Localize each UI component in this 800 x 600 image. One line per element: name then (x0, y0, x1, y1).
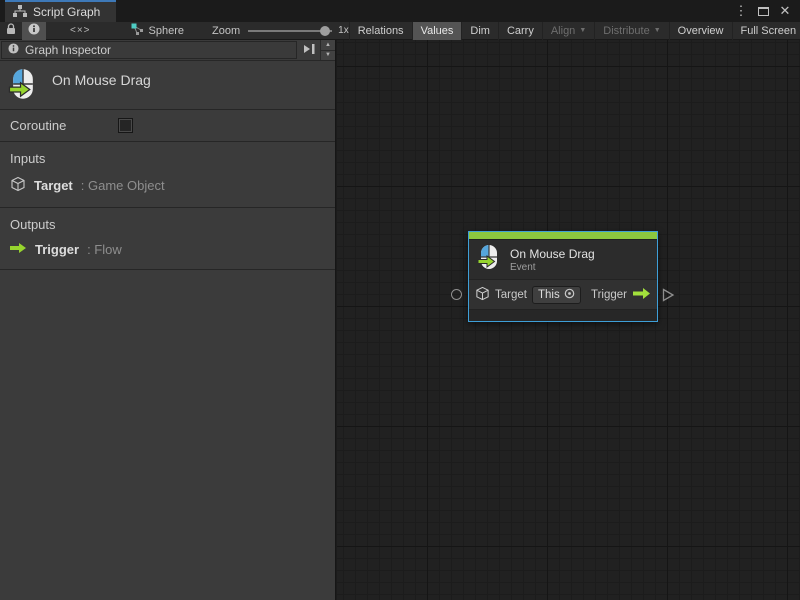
target-value-label: This (538, 289, 560, 301)
window-close-icon[interactable]: ✕ (776, 2, 794, 20)
node-target-label: Target (495, 289, 527, 301)
dock-panel-button[interactable] (298, 40, 320, 60)
info-icon (28, 23, 40, 38)
inputs-header: Inputs (0, 151, 335, 166)
code-icon: <×> (52, 25, 109, 36)
node-output-port[interactable] (662, 288, 675, 307)
output-trigger-type: : Flow (87, 242, 122, 257)
toolbar-button-label: Align (551, 25, 575, 37)
inspector-empty-area (0, 270, 335, 600)
inputs-section: Inputs Target : Game Object (0, 142, 335, 208)
window-menu-icon[interactable]: ⋮ (732, 2, 750, 20)
toolbar-button-relations[interactable]: Relations (349, 22, 412, 40)
toolbar-button-distribute[interactable]: Distribute ▼ (594, 22, 668, 40)
toolbar-button-values[interactable]: Values (412, 22, 462, 40)
dock-panel-icon (303, 43, 316, 58)
node-input-port[interactable] (451, 289, 462, 300)
target-value-chip[interactable]: This (532, 286, 581, 304)
lock-icon (6, 23, 16, 38)
node-header[interactable]: On Mouse Drag Event (469, 240, 657, 279)
flow-arrow-icon (632, 287, 651, 303)
chevron-down-icon: ▼ (654, 27, 661, 34)
graph-toolbar: <×> Sphere Zoom 1x Relations Values Dim … (0, 22, 800, 40)
inspector-node-title: On Mouse Drag (52, 72, 151, 88)
input-target-row: Target : Game Object (0, 176, 335, 195)
inspector-header: Graph Inspector ▲ ▼ (0, 40, 335, 61)
zoom-control: Zoom 1x (212, 25, 349, 37)
node-input-group: Target This (475, 286, 581, 304)
toolbar-button-label: Distribute (603, 25, 649, 37)
outputs-header: Outputs (0, 217, 335, 232)
input-target-type: : Game Object (81, 178, 165, 193)
node-accent-bar (469, 232, 657, 240)
zoom-label: Zoom (212, 25, 240, 37)
zoom-slider[interactable] (248, 25, 332, 37)
input-target-name: Target (34, 178, 73, 193)
graph-inspector-panel: Graph Inspector ▲ ▼ On Mouse Drag (0, 40, 336, 600)
toolbar-button-group: Relations Values Dim Carry Align ▼ Distr… (349, 22, 800, 40)
object-picker-icon[interactable] (564, 288, 575, 302)
node-subtitle: Event (510, 262, 595, 273)
coroutine-row: Coroutine (0, 110, 335, 142)
code-view-button[interactable]: <×> (46, 22, 115, 40)
on-mouse-drag-icon (477, 244, 501, 275)
inspector-toggle-button[interactable] (22, 22, 46, 40)
cube-icon (475, 286, 490, 304)
toolbar-button-carry[interactable]: Carry (498, 22, 542, 40)
graph-pointer-label: Sphere (149, 25, 184, 37)
output-trigger-row: Trigger : Flow (0, 242, 335, 257)
toolbar-button-fullscreen[interactable]: Full Screen (732, 22, 800, 40)
on-mouse-drag-node[interactable]: On Mouse Drag Event Target This (468, 231, 658, 322)
on-mouse-drag-icon (8, 68, 38, 103)
inspector-scroll-stepper: ▲ ▼ (320, 40, 335, 60)
scroll-up-icon[interactable]: ▲ (321, 40, 335, 51)
graph-pointer-breadcrumb[interactable]: Sphere (131, 23, 184, 39)
flow-arrow-icon (10, 242, 27, 257)
node-ports-row: Target This Trigger (469, 279, 657, 309)
tab-script-graph[interactable]: Script Graph (5, 0, 116, 22)
chevron-down-icon: ▼ (579, 27, 586, 34)
info-icon (8, 43, 19, 57)
scroll-down-icon[interactable]: ▼ (321, 51, 335, 61)
node-title: On Mouse Drag (510, 247, 595, 261)
cube-icon (10, 176, 26, 195)
node-output-group: Trigger (591, 287, 651, 303)
window-maximize-icon[interactable] (754, 2, 772, 20)
maximize-glyph (758, 7, 769, 16)
window-controls: ⋮ ✕ (732, 0, 800, 22)
script-graph-icon (13, 5, 27, 20)
lock-button[interactable] (0, 22, 22, 40)
output-trigger-name: Trigger (35, 242, 79, 257)
outputs-section: Outputs Trigger : Flow (0, 208, 335, 270)
inspector-node-header: On Mouse Drag (0, 61, 335, 110)
node-footer (469, 309, 657, 321)
toolbar-button-dim[interactable]: Dim (461, 22, 498, 40)
graph-canvas[interactable]: On Mouse Drag Event Target This (337, 40, 800, 600)
window-tab-bar: Script Graph ⋮ ✕ (0, 0, 800, 22)
toolbar-button-overview[interactable]: Overview (669, 22, 732, 40)
node-trigger-label: Trigger (591, 289, 627, 301)
zoom-value: 1x (338, 25, 349, 36)
inspector-title-box: Graph Inspector (1, 41, 297, 59)
tab-label: Script Graph (33, 5, 100, 19)
coroutine-label: Coroutine (0, 118, 118, 133)
inspector-title: Graph Inspector (25, 43, 111, 57)
coroutine-checkbox[interactable] (118, 118, 133, 133)
zoom-slider-handle[interactable] (320, 26, 330, 36)
toolbar-button-align[interactable]: Align ▼ (542, 22, 594, 40)
graph-pointer-icon (131, 23, 144, 39)
